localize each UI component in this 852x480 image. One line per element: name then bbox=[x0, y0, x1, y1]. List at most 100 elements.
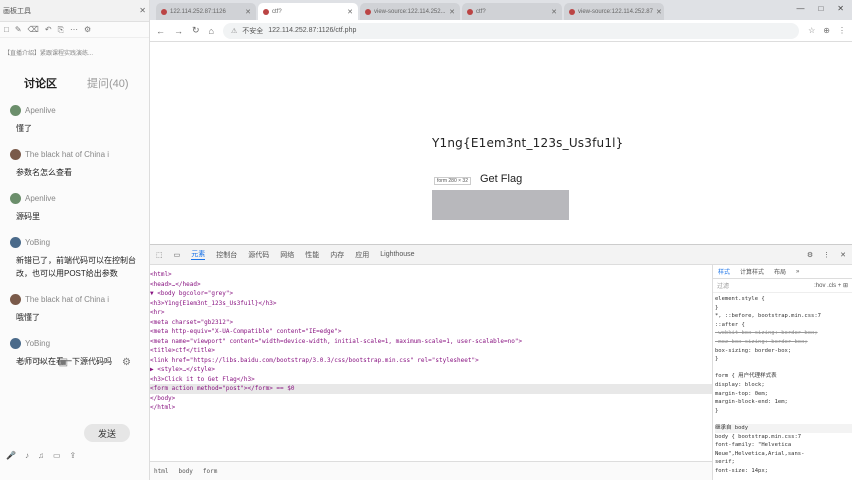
dom-node-line[interactable]: <html> bbox=[150, 270, 712, 280]
reload-icon[interactable]: ↻ bbox=[192, 25, 200, 36]
avatar bbox=[10, 105, 21, 116]
home-icon[interactable]: ⌂ bbox=[209, 26, 214, 36]
breadcrumb-item[interactable]: html bbox=[154, 468, 168, 475]
pen-tool-icon[interactable]: ✎ bbox=[15, 25, 22, 34]
emoji-icon[interactable]: ☺ bbox=[16, 357, 26, 368]
site-favicon-icon bbox=[263, 8, 269, 15]
browser-tab[interactable]: view-source:122.114.252... ✕ bbox=[360, 3, 460, 20]
form-highlight[interactable] bbox=[432, 190, 569, 220]
tab-application[interactable]: 应用 bbox=[355, 250, 369, 260]
rectangle-tool-icon[interactable]: □ bbox=[4, 25, 9, 34]
bookmark-star-icon[interactable]: ☆ bbox=[808, 26, 815, 35]
get-flag-heading: Get Flag bbox=[480, 173, 523, 185]
window-controls: — □ ✕ bbox=[796, 4, 852, 17]
tab-questions[interactable]: 提问(40) bbox=[87, 75, 129, 91]
dom-node-line[interactable]: <title>ctf</title> bbox=[150, 346, 712, 356]
close-icon[interactable]: ✕ bbox=[840, 251, 846, 259]
image-icon[interactable]: ▣ bbox=[59, 357, 68, 368]
more-icon[interactable]: ⋮ bbox=[823, 251, 830, 259]
tab-discussion[interactable]: 讨论区 bbox=[24, 75, 57, 91]
settings-icon[interactable]: ⚙ bbox=[122, 357, 131, 368]
device-toggle-icon[interactable]: ▭ bbox=[174, 251, 181, 259]
dom-node-line[interactable]: <head>…</head> bbox=[150, 280, 712, 290]
close-icon[interactable]: ✕ bbox=[656, 8, 662, 16]
maximize-icon[interactable]: □ bbox=[818, 4, 823, 13]
styles-filter-input[interactable]: 过滤 :hov .cls + ⊞ bbox=[713, 279, 852, 293]
tab-computed[interactable]: 计算样式 bbox=[740, 267, 764, 276]
close-window-icon[interactable]: ✕ bbox=[837, 4, 844, 13]
breadcrumb-item[interactable]: form bbox=[203, 468, 217, 475]
close-icon[interactable]: ✕ bbox=[449, 8, 455, 16]
dom-node-line[interactable]: <hr> bbox=[150, 308, 712, 318]
dom-node-line[interactable]: </body> bbox=[150, 394, 712, 404]
site-favicon-icon bbox=[467, 8, 473, 15]
undo-icon[interactable]: ↶ bbox=[45, 25, 52, 34]
forward-icon[interactable]: → bbox=[174, 26, 183, 36]
settings-icon[interactable]: ⚙ bbox=[84, 25, 91, 34]
eraser-tool-icon[interactable]: ⌫ bbox=[28, 25, 39, 34]
list-item: YoBing 新错已了，前端代码可以在控制台改，也可以用POST给出参数 bbox=[10, 237, 145, 280]
style-line: font-family: "Helvetica bbox=[715, 442, 792, 449]
dom-node-line[interactable]: <h3>Y1ng{E1em3nt_123s_Us3fu1l}</h3> bbox=[150, 299, 712, 309]
chat-panel-title: 画板工具 bbox=[3, 7, 31, 15]
dom-node-line[interactable]: <meta name="viewport" content="width=dev… bbox=[150, 337, 712, 347]
message-text: 哦懂了 bbox=[16, 313, 40, 322]
minimize-icon[interactable]: — bbox=[796, 4, 804, 13]
close-icon[interactable]: ✕ bbox=[139, 6, 146, 15]
browser-tab[interactable]: view-source:122.114.252.87 ✕ bbox=[564, 3, 664, 20]
gear-icon[interactable]: ⚙ bbox=[807, 251, 813, 259]
dom-node-line[interactable]: <meta http-equiv="X-UA-Compatible" conte… bbox=[150, 327, 712, 337]
chat-footer: 🎤 ♪ ♫ ▭ ⇪ bbox=[6, 451, 76, 460]
music-icon[interactable]: ♪ bbox=[25, 451, 29, 460]
message-text: 懂了 bbox=[16, 124, 32, 133]
back-icon[interactable]: ← bbox=[156, 26, 165, 36]
hov-cls-toggles[interactable]: :hov .cls + ⊞ bbox=[814, 282, 848, 289]
copy-icon[interactable]: ⎘ bbox=[58, 25, 64, 35]
breadcrumb-item[interactable]: body bbox=[178, 468, 192, 475]
list-item: Apenlive 源码里 bbox=[10, 193, 145, 223]
send-button[interactable]: 发送 bbox=[84, 424, 130, 442]
tab-sources[interactable]: 源代码 bbox=[248, 250, 269, 260]
tab-memory[interactable]: 内存 bbox=[330, 250, 344, 260]
dom-node-line[interactable]: <link href="https://libs.baidu.com/boots… bbox=[150, 356, 712, 366]
tab-console[interactable]: 控制台 bbox=[216, 250, 237, 260]
dom-node-line[interactable]: ▶ <style>…</style> bbox=[150, 365, 712, 375]
extensions-icon[interactable]: ⊕ bbox=[823, 26, 830, 35]
avatar bbox=[10, 193, 21, 204]
dom-node-line[interactable]: ▼ <body bgcolor="grey"> bbox=[150, 289, 712, 299]
dom-node-line[interactable]: <h3>Click it to Get Flag</h3> bbox=[150, 375, 712, 385]
browser-tab[interactable]: 122.114.252.87:1126 ✕ bbox=[156, 3, 256, 20]
menu-icon[interactable]: ⋮ bbox=[838, 26, 846, 35]
style-line: -webkit-box-sizing: border-box; bbox=[715, 330, 818, 337]
devtools-actions: ⚙ ⋮ ✕ bbox=[807, 251, 846, 259]
live-banner[interactable]: 【直播介绍】紧跟课程实践演练... bbox=[4, 48, 145, 57]
close-icon[interactable]: ✕ bbox=[551, 8, 557, 16]
url-field[interactable]: ⚠ 不安全 122.114.252.87:1126/ctf.php bbox=[222, 22, 800, 39]
browser-tab-active[interactable]: ctf? ✕ bbox=[258, 3, 358, 20]
tab-elements[interactable]: 元素 bbox=[191, 249, 206, 260]
security-label: 不安全 bbox=[242, 27, 264, 35]
close-icon[interactable]: ✕ bbox=[347, 8, 353, 16]
tab-more[interactable]: » bbox=[796, 269, 799, 275]
dom-node-line-selected[interactable]: <form action method="post"></form> == $0 bbox=[150, 384, 712, 394]
tab-performance[interactable]: 性能 bbox=[305, 250, 319, 260]
tab-layout[interactable]: 布局 bbox=[774, 267, 786, 276]
tab-network[interactable]: 网络 bbox=[280, 250, 294, 260]
microphone-icon[interactable]: 🎤 bbox=[6, 451, 16, 460]
inspect-icon[interactable]: ⬚ bbox=[156, 251, 163, 259]
dom-node-line[interactable]: </html> bbox=[150, 403, 712, 413]
share-icon[interactable]: ⇪ bbox=[70, 451, 77, 460]
tab-title: view-source:122.114.252.87 bbox=[578, 8, 653, 15]
chat-titlebar: 画板工具 ✕ bbox=[0, 0, 149, 22]
sound-icon[interactable]: ♫ bbox=[38, 451, 44, 460]
browser-tab[interactable]: ctf? ✕ bbox=[462, 3, 562, 20]
dom-node-line[interactable]: <meta charset="gb2312"> bbox=[150, 318, 712, 328]
scissors-icon[interactable]: ✂ bbox=[38, 357, 46, 368]
tab-title: view-source:122.114.252... bbox=[374, 8, 446, 15]
more-icon[interactable]: ⋯ bbox=[70, 25, 78, 34]
style-line bbox=[715, 364, 852, 373]
tab-styles[interactable]: 样式 bbox=[718, 267, 730, 276]
tab-lighthouse[interactable]: Lighthouse bbox=[380, 251, 414, 258]
screen-icon[interactable]: ▭ bbox=[53, 451, 61, 460]
close-icon[interactable]: ✕ bbox=[245, 8, 251, 16]
